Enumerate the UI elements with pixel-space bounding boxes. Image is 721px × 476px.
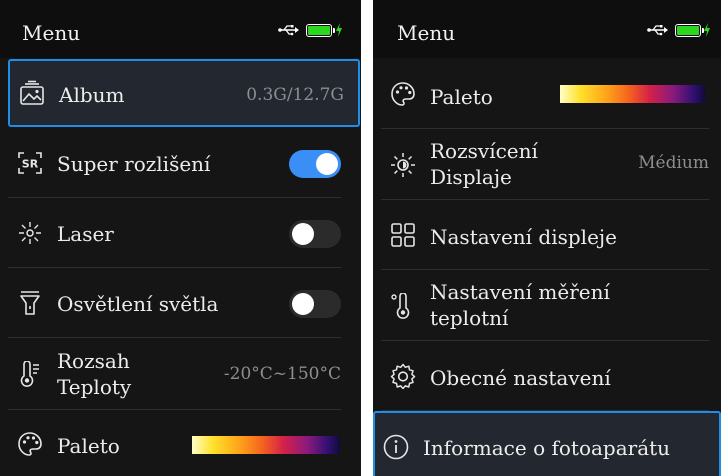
menu-item-label-line2: Teploty <box>57 375 132 399</box>
menu-title: Menu <box>397 21 456 45</box>
thermometer-icon <box>391 293 410 319</box>
menu-item-general-settings[interactable]: Obecné nastavení <box>381 341 709 411</box>
right-menu-screen: Menu Paleto Rozsvícení Displaje Médium N… <box>373 0 721 476</box>
charging-bolt-icon <box>704 23 710 37</box>
menu-item-label-line2: Displaje <box>430 165 512 189</box>
menu-item-label: Laser <box>57 222 114 246</box>
info-icon <box>383 434 409 460</box>
thermometer-icon <box>20 361 39 387</box>
menu-item-temperature-range[interactable]: Rozsah Teploty -20°C~150°C <box>8 338 341 410</box>
battery-charging-icon <box>306 24 335 37</box>
menu-item-label: Osvětlení světla <box>57 292 219 316</box>
palette-icon <box>18 432 42 456</box>
menu-item-label: Paleto <box>57 434 120 458</box>
menu-item-label: Informace o fotoaparátu <box>423 436 671 460</box>
menu-item-label: Nastavení displeje <box>430 225 617 249</box>
menu-item-label: Super rozlišení <box>57 152 211 176</box>
usb-icon <box>278 25 299 36</box>
menu-item-display-settings[interactable]: Nastavení displeje <box>381 200 709 270</box>
menu-item-laser[interactable]: Laser <box>8 198 341 268</box>
menu-item-label-line2: teplotní <box>430 306 509 330</box>
menu-item-camera-info[interactable]: Informace o fotoaparátu <box>373 411 721 476</box>
menu-title: Menu <box>22 21 81 45</box>
flashlight-icon <box>20 291 40 315</box>
menu-item-label: Paleto <box>430 85 493 109</box>
temperature-range-value: -20°C~150°C <box>223 364 341 384</box>
super-resolution-toggle[interactable] <box>289 150 341 178</box>
left-menu-screen: Menu Album 0.3G/12.7G SR Super rozlišení… <box>0 0 361 476</box>
menu-item-label: Album <box>59 83 125 107</box>
gear-icon <box>390 363 416 389</box>
laser-toggle[interactable] <box>289 220 341 248</box>
storage-usage: 0.3G/12.7G <box>246 85 344 105</box>
album-icon <box>20 80 44 105</box>
laser-icon <box>19 222 41 244</box>
menu-item-album[interactable]: Album 0.3G/12.7G <box>8 59 360 127</box>
menu-item-flashlight[interactable]: Osvětlení světla <box>8 268 341 338</box>
super-resolution-icon: SR <box>18 152 42 174</box>
palette-preview-bar <box>192 436 340 454</box>
palette-preview-bar <box>560 85 705 103</box>
brightness-icon <box>391 153 415 177</box>
menu-item-label-line1: Rozsah <box>57 349 130 373</box>
svg-text:SR: SR <box>22 158 39 171</box>
menu-item-measurement-settings[interactable]: Nastavení měření teplotní <box>381 270 709 341</box>
brightness-value: Médium <box>638 153 709 173</box>
charging-bolt-icon <box>336 23 342 37</box>
battery-charging-icon <box>675 24 704 37</box>
menu-item-palette[interactable]: Paleto <box>381 59 709 129</box>
flashlight-toggle[interactable] <box>289 290 341 318</box>
menu-item-label-line1: Nastavení měření <box>430 280 610 304</box>
menu-item-palette[interactable]: Paleto <box>8 410 341 476</box>
menu-item-display-brightness[interactable]: Rozsvícení Displaje Médium <box>381 129 709 200</box>
status-bar: Menu <box>373 0 721 58</box>
menu-item-label-line1: Rozsvícení <box>430 139 538 163</box>
palette-icon <box>391 82 415 106</box>
grid-icon <box>391 223 415 247</box>
menu-item-super-resolution[interactable]: SR Super rozlišení <box>8 128 341 198</box>
usb-icon <box>647 25 668 36</box>
status-bar: Menu <box>0 0 361 58</box>
menu-item-label: Obecné nastavení <box>430 366 611 390</box>
